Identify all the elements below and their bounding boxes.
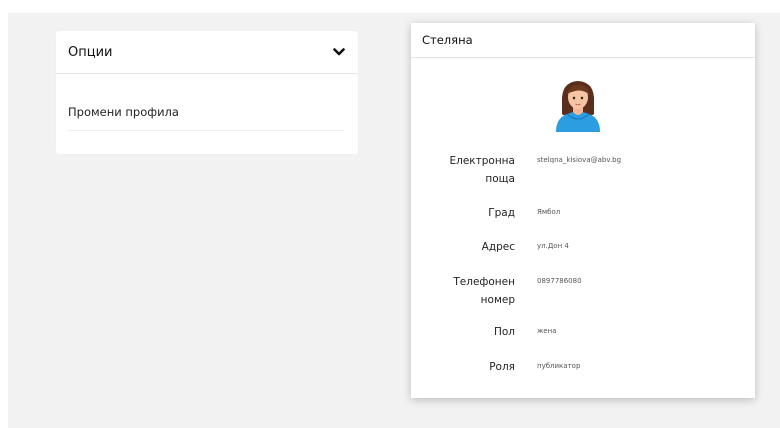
city-label: Град xyxy=(488,207,515,219)
gender-field: Пол жена xyxy=(411,323,755,357)
edit-profile-link[interactable]: Промени профила xyxy=(68,74,344,131)
options-panel: Опции Промени профила xyxy=(56,31,358,154)
address-value: ул.Дон 4 xyxy=(537,242,569,250)
email-field: Електронна поща stelqna_kisiova@abv.bg xyxy=(411,152,755,186)
role-label: Роля xyxy=(489,361,515,373)
city-field: Град Ямбол xyxy=(411,204,755,238)
chevron-down-icon[interactable] xyxy=(332,45,346,59)
options-title: Опции xyxy=(68,44,113,60)
phone-label: Телефонен номер xyxy=(453,276,515,306)
role-field: Роля публикатор xyxy=(411,358,755,392)
profile-card: Стеляна Електронна поща stelqna_kisiova@… xyxy=(411,23,755,398)
city-value: Ямбол xyxy=(537,208,561,216)
profile-header: Стеляна xyxy=(411,23,755,58)
options-header[interactable]: Опции xyxy=(56,31,358,74)
gender-value: жена xyxy=(537,327,557,335)
gender-label: Пол xyxy=(493,326,515,338)
email-value: stelqna_kisiova@abv.bg xyxy=(537,156,622,164)
address-field: Адрес ул.Дон 4 xyxy=(411,238,755,272)
phone-value: 0897786080 xyxy=(537,277,582,285)
role-value: публикатор xyxy=(537,362,581,370)
profile-name: Стеляна xyxy=(422,33,473,47)
avatar xyxy=(553,76,603,134)
email-label: Електронна поща xyxy=(449,155,515,185)
address-label: Адрес xyxy=(481,241,515,253)
phone-field: Телефонен номер 0897786080 xyxy=(411,273,755,307)
